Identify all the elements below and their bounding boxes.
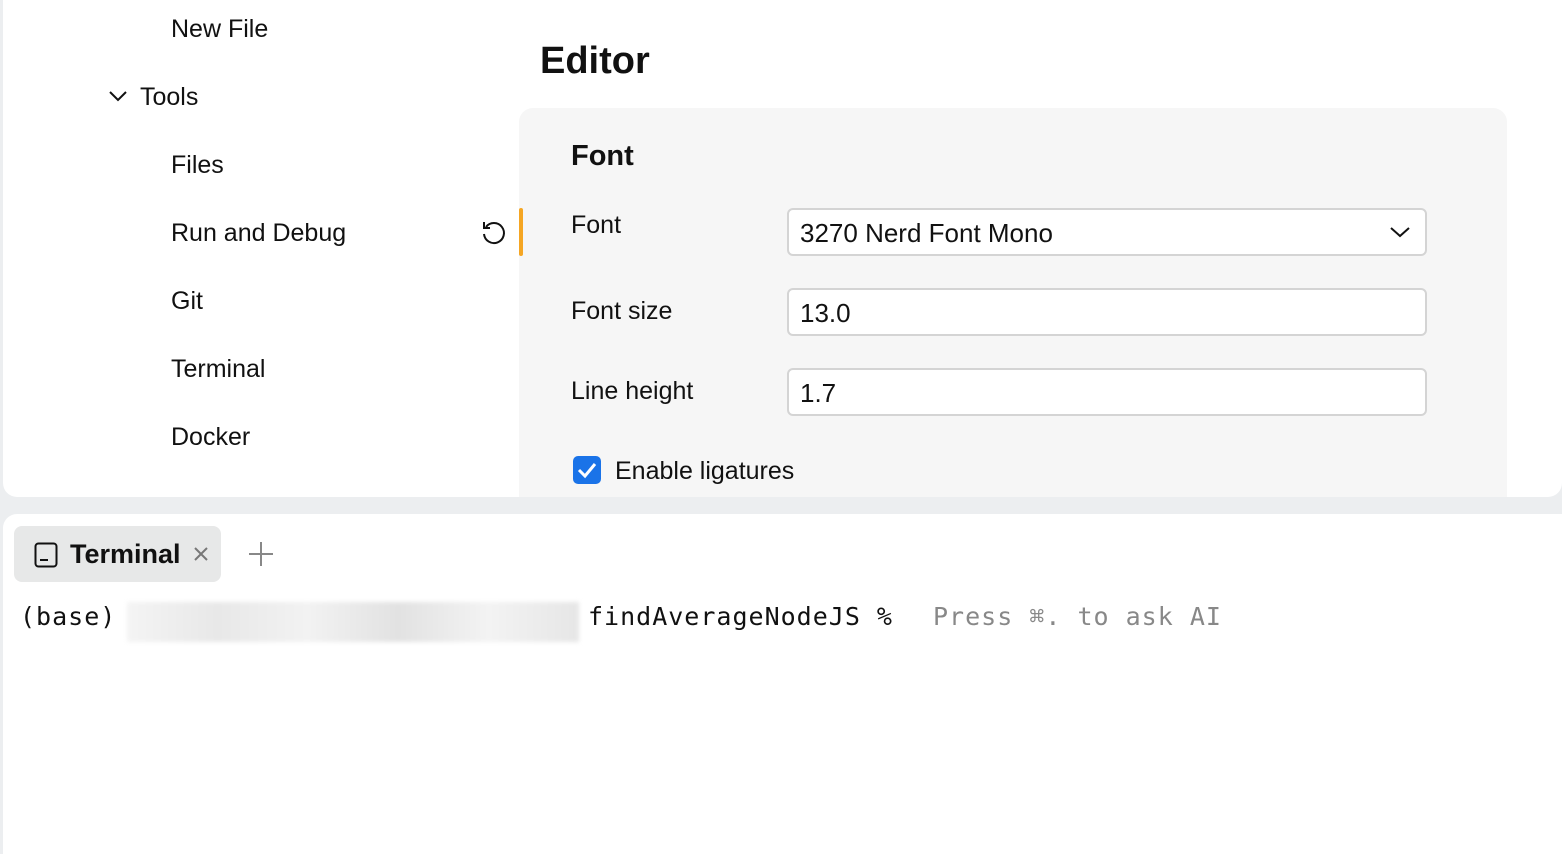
terminal-icon xyxy=(34,542,58,568)
sidebar-item-git[interactable]: Git xyxy=(171,287,203,316)
prompt-dir: findAverageNodeJS % xyxy=(588,602,893,631)
font-label: Font xyxy=(571,211,621,240)
ai-hint: Press ⌘. to ask AI xyxy=(933,602,1222,631)
sidebar-item-docker[interactable]: Docker xyxy=(171,423,250,452)
tab-label: Terminal xyxy=(70,539,181,570)
sidebar-item-terminal[interactable]: Terminal xyxy=(171,355,265,384)
settings-panel: New File Tools Files Run and Debug Git T… xyxy=(3,0,1562,497)
ligatures-label: Enable ligatures xyxy=(615,457,794,486)
tab-terminal[interactable]: Terminal xyxy=(14,526,221,582)
font-size-input[interactable]: 13.0 xyxy=(787,288,1427,336)
chevron-down-icon[interactable] xyxy=(107,88,129,104)
line-height-label: Line height xyxy=(571,377,693,406)
page-title: Editor xyxy=(540,40,650,83)
font-select[interactable]: 3270 Nerd Font Mono xyxy=(787,208,1427,256)
redacted-path xyxy=(127,602,579,642)
reset-icon[interactable] xyxy=(479,219,507,247)
sidebar-group-tools[interactable]: Tools xyxy=(140,83,198,112)
prompt-env: (base) xyxy=(20,602,116,631)
close-icon[interactable] xyxy=(193,546,209,562)
sidebar-item-run-and-debug[interactable]: Run and Debug xyxy=(171,219,346,248)
font-select-value: 3270 Nerd Font Mono xyxy=(800,218,1053,248)
add-terminal-icon[interactable] xyxy=(248,541,274,567)
section-title: Font xyxy=(571,140,634,173)
font-size-label: Font size xyxy=(571,297,672,326)
modified-marker xyxy=(519,208,523,256)
terminal-panel: Terminal (base) findAverageNodeJS % Pres… xyxy=(3,514,1562,854)
ligatures-checkbox[interactable] xyxy=(573,456,601,484)
check-icon xyxy=(573,456,601,484)
line-height-input[interactable]: 1.7 xyxy=(787,368,1427,416)
sidebar-item-files[interactable]: Files xyxy=(171,151,224,180)
sidebar-item-new-file[interactable]: New File xyxy=(171,15,268,44)
chevron-down-icon xyxy=(1389,225,1411,239)
